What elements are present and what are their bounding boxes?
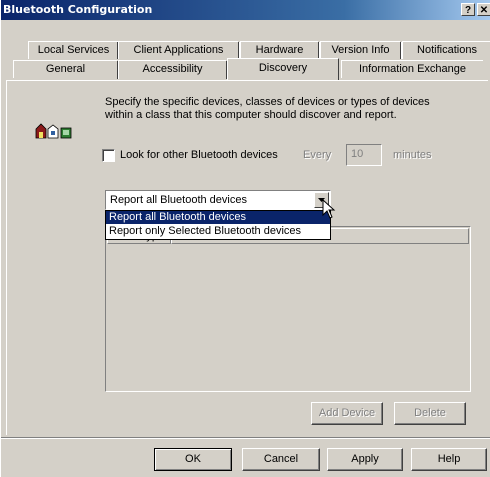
window-title: Bluetooth Configuration	[3, 3, 153, 16]
ok-button[interactable]: OK	[154, 448, 232, 471]
bluetooth-devices-icon	[34, 120, 74, 140]
cancel-button[interactable]: Cancel	[242, 448, 320, 471]
tab-general[interactable]: General	[13, 60, 117, 78]
tab-divider	[238, 42, 240, 59]
look-for-devices-checkbox[interactable]	[102, 149, 115, 162]
tab-divider	[117, 61, 119, 79]
tab-local-services[interactable]: Local Services	[28, 41, 118, 59]
minutes-label: minutes	[393, 149, 432, 161]
tab-information-exchange[interactable]: Information Exchange	[341, 60, 483, 78]
dialog-window: Bluetooth Configuration ? ✕ Local Servic…	[0, 0, 490, 477]
tab-discovery[interactable]: Discovery	[227, 58, 339, 80]
help-button[interactable]: Help	[411, 448, 487, 471]
dropdown-options-list: Report all Bluetooth devices Report only…	[105, 210, 331, 240]
dropdown-option[interactable]: Report all Bluetooth devices	[106, 211, 330, 224]
add-device-button[interactable]: Add Device	[311, 402, 383, 425]
report-devices-dropdown[interactable]: Report all Bluetooth devices	[105, 190, 331, 210]
device-filter-list[interactable]: Filter Type Details	[105, 226, 471, 392]
tab-client-applications[interactable]: Client Applications	[118, 41, 238, 59]
every-interval-input[interactable]: 10	[346, 144, 382, 166]
tab-hardware[interactable]: Hardware	[240, 41, 318, 59]
dropdown-option[interactable]: Report only Selected Bluetooth devices	[106, 225, 330, 238]
tab-divider	[117, 42, 119, 59]
every-label: Every	[303, 149, 332, 161]
dropdown-value: Report all Bluetooth devices	[110, 194, 247, 206]
tab-accessibility[interactable]: Accessibility	[118, 60, 226, 78]
tab-notifications[interactable]: Notifications	[402, 41, 490, 59]
look-for-devices-label: Look for other Bluetooth devices	[120, 149, 278, 161]
discovery-description: Specify the specific devices, classes of…	[105, 96, 430, 121]
tab-version-info[interactable]: Version Info	[320, 41, 400, 59]
close-title-button[interactable]: ✕	[477, 3, 490, 16]
title-bar[interactable]: Bluetooth Configuration ? ✕	[1, 0, 490, 20]
mouse-cursor-icon	[322, 198, 338, 221]
tab-divider	[400, 42, 402, 59]
divider	[1, 437, 490, 439]
apply-button[interactable]: Apply	[327, 448, 403, 471]
delete-button[interactable]: Delete	[394, 402, 466, 425]
help-title-button[interactable]: ?	[461, 3, 475, 16]
tab-divider	[318, 42, 320, 59]
